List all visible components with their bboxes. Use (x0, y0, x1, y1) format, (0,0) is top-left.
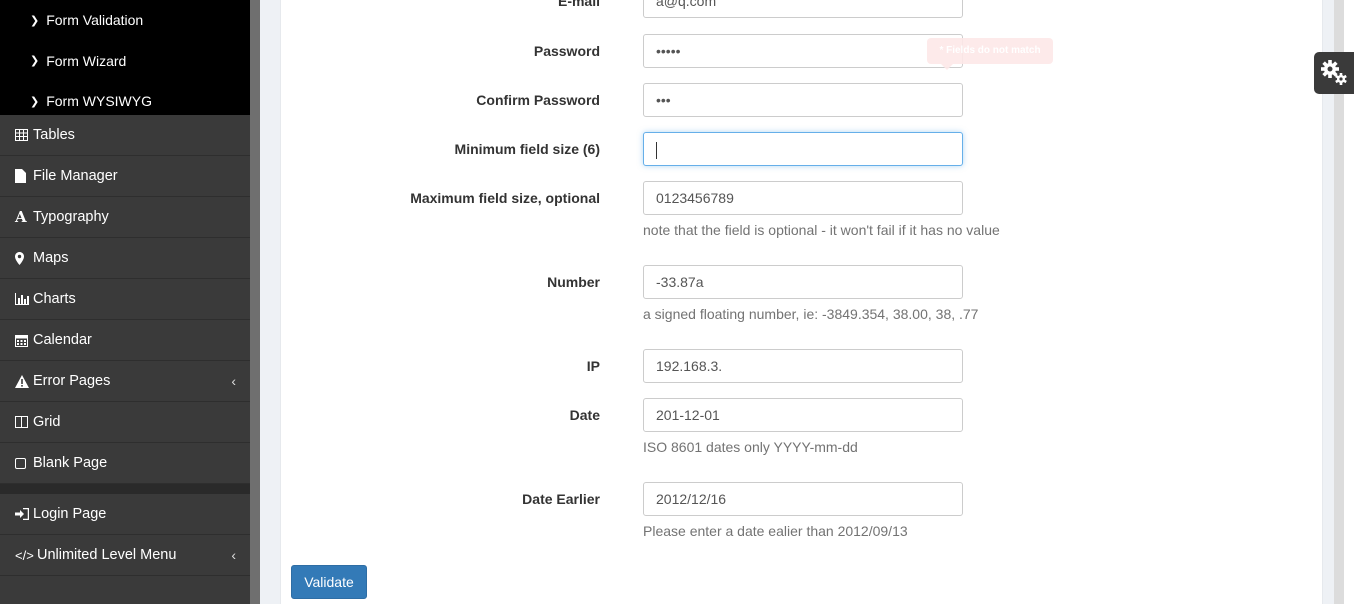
sidebar: ❯ Form Validation ❯ Form Wizard ❯ Form WYSI… (0, 0, 250, 604)
bar-chart-icon (15, 293, 31, 305)
table-icon (15, 129, 31, 141)
sidebar-item-typography[interactable]: A Typography (0, 197, 250, 238)
sidebar-item-error-pages[interactable]: Error Pages ‹ (0, 361, 250, 402)
font-icon: A (15, 208, 27, 226)
sidebar-item-charts[interactable]: Charts (0, 279, 250, 320)
sidebar-item-blank-page[interactable]: Blank Page (0, 443, 250, 484)
sidebar-item-maps[interactable]: Maps (0, 238, 250, 279)
sidebar-item-tables[interactable]: Tables (0, 115, 250, 156)
email-label: E-mail (557, 0, 600, 9)
warning-icon (15, 374, 31, 388)
min-field-label: Minimum field size (6) (454, 141, 600, 157)
min-field-row: Minimum field size (6) (281, 132, 1322, 166)
password-row: Password ••••• (281, 34, 1322, 68)
submenu-item-form-validation[interactable]: ❯ Form Validation (0, 0, 250, 41)
chevron-right-icon: ❯ (30, 55, 40, 68)
ip-input[interactable]: 192.168.3. (643, 349, 963, 383)
file-icon (15, 169, 31, 183)
date-earlier-help: Please enter a date ealier than 2012/09/… (643, 523, 908, 539)
sidebar-item-unlimited-level-menu[interactable]: </> Unlimited Level Menu ‹ (0, 535, 250, 576)
ip-row: IP 192.168.3. (281, 349, 1322, 383)
max-field-label: Maximum field size, optional (410, 190, 600, 206)
date-earlier-label: Date Earlier (522, 491, 600, 507)
columns-icon (15, 416, 31, 428)
main-content: E-mail a@q.com Password ••••• Confirm Pa… (260, 0, 1334, 604)
sidebar-edge (250, 0, 260, 604)
submenu-item-form-wizard[interactable]: ❯ Form Wizard (0, 41, 250, 82)
number-help: a signed floating number, ie: -3849.354,… (643, 306, 979, 322)
date-earlier-input[interactable]: 2012/12/16 (643, 482, 963, 516)
ip-label: IP (586, 358, 600, 374)
code-icon: </> (15, 547, 34, 563)
chevron-left-icon: ‹ (231, 547, 236, 563)
sidebar-divider (0, 484, 250, 494)
chevron-left-icon: ‹ (231, 373, 236, 389)
date-label: Date (569, 407, 600, 423)
chevron-right-icon: ❯ (30, 14, 40, 27)
date-help: ISO 8601 dates only YYYY-mm-dd (643, 439, 858, 455)
confirm-password-label: Confirm Password (476, 92, 600, 108)
password-input[interactable]: ••••• (643, 34, 963, 68)
max-field-input[interactable]: 0123456789 (643, 181, 963, 215)
max-field-row: Maximum field size, optional 0123456789 (281, 181, 1322, 215)
sidebar-item-file-manager[interactable]: File Manager (0, 156, 250, 197)
text-caret (656, 141, 657, 159)
settings-toggle[interactable] (1314, 52, 1354, 94)
sidebar-item-grid[interactable]: Grid (0, 402, 250, 443)
password-label: Password (533, 43, 600, 59)
number-row: Number -33.87a (281, 265, 1322, 299)
sidebar-item-calendar[interactable]: Calendar (0, 320, 250, 361)
form-panel: E-mail a@q.com Password ••••• Confirm Pa… (280, 0, 1323, 604)
validation-tooltip: * Fields do not match (927, 38, 1053, 70)
email-row: E-mail a@q.com (281, 0, 1322, 18)
number-label: Number (547, 274, 600, 290)
sidebar-item-login-page[interactable]: Login Page (0, 494, 250, 535)
chevron-right-icon: ❯ (30, 95, 40, 108)
confirm-password-input[interactable]: ••• (643, 83, 963, 117)
min-field-input[interactable] (643, 132, 963, 166)
map-marker-icon (15, 251, 31, 265)
date-row: Date 201-12-01 (281, 398, 1322, 432)
gears-icon (1319, 57, 1349, 90)
forms-submenu: ❯ Form Validation ❯ Form Wizard ❯ Form WYSI… (0, 0, 250, 115)
square-icon (15, 457, 31, 469)
sign-in-icon (15, 508, 31, 520)
number-input[interactable]: -33.87a (643, 265, 963, 299)
max-field-help: note that the field is optional - it won… (643, 222, 1000, 238)
confirm-password-row: Confirm Password ••• (281, 83, 1322, 117)
date-input[interactable]: 201-12-01 (643, 398, 963, 432)
date-earlier-row: Date Earlier 2012/12/16 (281, 482, 1322, 516)
email-input[interactable]: a@q.com (643, 0, 963, 18)
calendar-icon (15, 334, 31, 347)
validate-button[interactable]: Validate (291, 565, 367, 599)
